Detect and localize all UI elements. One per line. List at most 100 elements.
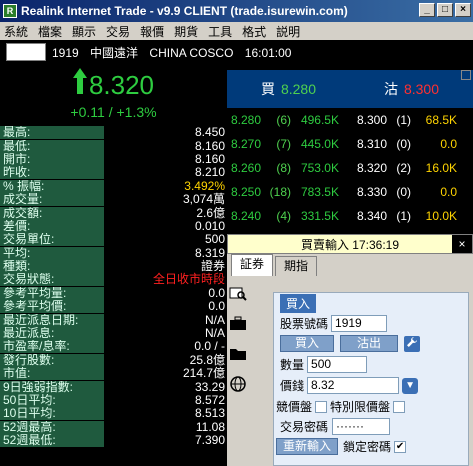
title-bar: R Realink Internet Trade - v9.9 CLIENT (… bbox=[0, 0, 473, 22]
chevron-down-icon[interactable]: ▼ bbox=[402, 377, 419, 394]
stat-row: 10日平均: 8.513 bbox=[0, 407, 227, 421]
tab-securities[interactable]: 証券 bbox=[231, 254, 274, 276]
ask-volume: 10.0K bbox=[425, 209, 457, 223]
order-tabs: 証券 期指 bbox=[227, 254, 473, 276]
bid-price: 8.280 bbox=[230, 113, 261, 127]
menu-system[interactable]: 系統 bbox=[4, 23, 28, 40]
menu-help[interactable]: 説明 bbox=[276, 23, 300, 40]
up-arrow-icon bbox=[72, 68, 87, 101]
bid-count: (7) bbox=[276, 137, 291, 151]
stat-value: 214.7億 bbox=[182, 366, 225, 381]
menu-futures[interactable]: 期貨 bbox=[174, 23, 198, 40]
stat-label: 發行股數: bbox=[0, 353, 104, 367]
stat-label: 平均: bbox=[0, 246, 104, 260]
stat-label: 交易單位: bbox=[0, 233, 104, 247]
sell-button[interactable]: 沽出 bbox=[340, 335, 398, 352]
bid-price: 8.270 bbox=[230, 137, 261, 151]
search-icon[interactable] bbox=[228, 286, 248, 306]
depth-row[interactable]: 8.280 (6) 496.5K 8.300 (1) 68.5K bbox=[227, 108, 473, 132]
stat-value: 33.29 bbox=[194, 379, 225, 394]
menu-tools[interactable]: 工具 bbox=[208, 23, 232, 40]
briefcase-icon[interactable] bbox=[228, 316, 248, 336]
menu-view[interactable]: 顯示 bbox=[72, 23, 96, 40]
stock-name-cn: 中國遠洋 bbox=[90, 45, 139, 60]
stat-row: 最近派息日期: N/A bbox=[0, 312, 227, 327]
close-button[interactable]: × bbox=[455, 3, 471, 17]
price-label: 價錢 bbox=[280, 379, 305, 393]
bid-price: 8.250 bbox=[230, 185, 261, 199]
stat-value: 500 bbox=[204, 232, 225, 247]
folder-icon[interactable] bbox=[228, 346, 248, 366]
globe-icon[interactable] bbox=[228, 376, 248, 396]
stat-row: 昨收: 8.210 bbox=[0, 166, 227, 180]
auction-order-checkbox[interactable] bbox=[315, 400, 328, 413]
stat-label: 市值: bbox=[0, 367, 104, 381]
stat-label: 最高: bbox=[0, 126, 104, 140]
bid-count: (4) bbox=[276, 209, 291, 223]
stat-row: 最高: 8.450 bbox=[0, 125, 227, 140]
minimize-button[interactable]: _ bbox=[419, 3, 435, 17]
ask-count: (2) bbox=[396, 161, 411, 175]
menu-file[interactable]: 檔案 bbox=[38, 23, 62, 40]
menu-format[interactable]: 格式 bbox=[242, 23, 266, 40]
stat-row: 市盈率/息率: 0.0 / - bbox=[0, 340, 227, 354]
stat-row: 成交額: 2.6億 bbox=[0, 206, 227, 220]
stock-info-panel: 8.320 +0.11 / +1.3% 最高: 8.450 最低: 8.160 開市: 8… bbox=[0, 64, 227, 466]
last-price-value: 8.320 bbox=[88, 70, 155, 100]
depth-row[interactable]: 8.250 (18) 783.5K 8.330 (0) 0.0 bbox=[227, 180, 473, 204]
stat-value: 8.160 bbox=[194, 151, 225, 166]
side-toolbar bbox=[227, 276, 249, 466]
special-limit-checkbox[interactable] bbox=[393, 400, 406, 413]
depth-row[interactable]: 8.270 (7) 445.0K 8.310 (0) 0.0 bbox=[227, 132, 473, 156]
stat-row: 參考平均價: 0.0 bbox=[0, 300, 227, 314]
ask-volume: 0.0 bbox=[440, 185, 457, 199]
maximize-button[interactable]: □ bbox=[437, 3, 453, 17]
reset-button[interactable]: 重新輸入 bbox=[276, 438, 338, 455]
stat-label: 參考平均量: bbox=[0, 286, 104, 300]
stat-row: 開市: 8.160 bbox=[0, 151, 227, 166]
bid-count: (18) bbox=[269, 185, 291, 199]
bid-volume: 783.5K bbox=[300, 185, 339, 199]
bid-volume: 331.5K bbox=[300, 209, 339, 223]
lock-password-checkbox[interactable]: ✔ bbox=[394, 440, 407, 453]
stat-label: 參考平均價: bbox=[0, 300, 104, 314]
stock-code-input[interactable] bbox=[6, 43, 46, 61]
depth-row[interactable]: 8.260 (8) 753.0K 8.320 (2) 16.0K bbox=[227, 156, 473, 180]
ask-volume: 68.5K bbox=[425, 113, 457, 127]
stat-row: 發行股數: 25.8億 bbox=[0, 353, 227, 367]
bid-price: 8.240 bbox=[230, 209, 261, 223]
menu-trade[interactable]: 交易 bbox=[106, 23, 130, 40]
bid-header: 買 8.280 bbox=[260, 81, 317, 97]
stat-value: 11.08 bbox=[195, 419, 225, 434]
stat-row: 最近派息: N/A bbox=[0, 326, 227, 341]
stat-value: 8.319 bbox=[194, 245, 225, 260]
stat-value: N/A bbox=[204, 326, 225, 341]
stat-label: 昨收: bbox=[0, 166, 104, 180]
password-field[interactable]: ······· bbox=[332, 418, 391, 435]
stat-row: 交易狀態: 全日收市時段 bbox=[0, 272, 227, 287]
stat-value: 0.010 bbox=[194, 218, 225, 233]
price-field[interactable]: 8.32 bbox=[307, 377, 400, 394]
order-close-button[interactable]: × bbox=[452, 235, 472, 253]
code-label: 股票號碼 bbox=[280, 317, 329, 331]
quantity-field[interactable]: 500 bbox=[307, 356, 368, 373]
stat-label: 10日平均: bbox=[0, 407, 104, 421]
depth-row[interactable]: 8.240 (4) 331.5K 8.340 (1) 10.0K bbox=[227, 204, 473, 228]
stat-value: N/A bbox=[204, 312, 225, 327]
stat-value: 全日收市時段 bbox=[152, 272, 225, 287]
ask-price: 8.310 bbox=[356, 137, 387, 151]
bid-count: (6) bbox=[276, 113, 291, 127]
window-title: Realink Internet Trade - v9.9 CLIENT (tr… bbox=[21, 4, 348, 18]
stat-value: 8.572 bbox=[194, 393, 225, 407]
tab-index-futures[interactable]: 期指 bbox=[275, 256, 318, 276]
wrench-icon[interactable] bbox=[404, 335, 420, 352]
stock-code-field[interactable]: 1919 bbox=[331, 315, 388, 332]
menu-quote[interactable]: 報價 bbox=[140, 23, 164, 40]
panel-corner-icon[interactable] bbox=[461, 70, 471, 80]
stat-row: 市值: 214.7億 bbox=[0, 366, 227, 381]
stat-label: 成交額: bbox=[0, 206, 104, 220]
depth-header: 買 8.280 沽 8.300 bbox=[227, 70, 473, 108]
buy-button[interactable]: 買入 bbox=[280, 335, 334, 352]
stat-value: 8.450 bbox=[194, 125, 225, 140]
stat-label: 最近派息: bbox=[0, 327, 104, 341]
